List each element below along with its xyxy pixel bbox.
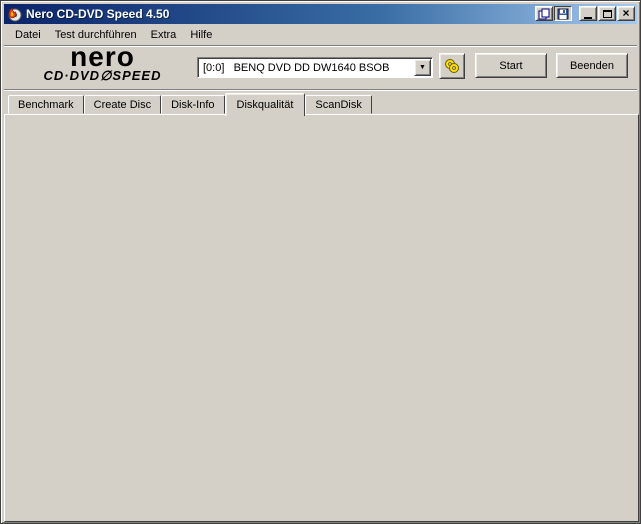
- nero-app-icon: [7, 6, 22, 22]
- tab-benchmark-label: Benchmark: [18, 98, 74, 111]
- chevron-down-icon: ▼: [419, 64, 426, 71]
- tab-diskqualitaet[interactable]: Diskqualität: [224, 93, 306, 116]
- nero-logo: nero CD·DVD∅SPEED: [15, 41, 190, 84]
- menu-extra[interactable]: Extra: [144, 27, 184, 43]
- copy-to-clipboard-button[interactable]: [535, 6, 553, 21]
- cdspeed-logo-text: CD·DVD∅SPEED: [43, 68, 162, 83]
- menu-datei[interactable]: Datei: [8, 27, 48, 43]
- save-button[interactable]: [554, 6, 572, 21]
- eject-button[interactable]: [439, 53, 465, 79]
- tab-disk-info[interactable]: Disk-Info: [161, 95, 225, 114]
- start-button[interactable]: Start: [475, 53, 547, 78]
- tab-disk-info-label: Disk-Info: [171, 98, 215, 111]
- app-window: Nero CD-DVD Speed 4.50 × Datei Test durc…: [0, 0, 641, 524]
- quit-button[interactable]: Beenden: [556, 53, 628, 78]
- titlebar-buttons: ×: [535, 6, 635, 21]
- save-icon: [557, 8, 569, 20]
- tab-scandisk-label: ScanDisk: [315, 98, 362, 111]
- tab-create-disc-label: Create Disc: [93, 98, 152, 111]
- diskqualitaet-page: [4, 114, 639, 522]
- nero-logo-text: nero: [70, 41, 135, 72]
- copy-icon: [538, 8, 550, 20]
- maximize-button[interactable]: [598, 6, 616, 21]
- drive-selector-dropdown-button[interactable]: ▼: [414, 59, 431, 76]
- tab-benchmark[interactable]: Benchmark: [8, 95, 84, 114]
- tab-diskqualitaet-label: Diskqualität: [236, 99, 294, 111]
- close-button[interactable]: ×: [617, 6, 635, 21]
- minimize-button[interactable]: [579, 6, 597, 21]
- tab-strip: Benchmark Create Disc Disk-Info Diskqual…: [8, 93, 372, 116]
- menu-hilfe[interactable]: Hilfe: [183, 27, 219, 43]
- header-separator: [4, 89, 637, 91]
- eject-disc-icon: [443, 57, 461, 75]
- drive-selector-value: [0:0] BENQ DVD DD DW1640 BSOB: [203, 61, 390, 74]
- drive-selector[interactable]: [0:0] BENQ DVD DD DW1640 BSOB ▼: [197, 57, 433, 78]
- tab-create-disc[interactable]: Create Disc: [83, 95, 162, 114]
- minimize-icon: [584, 16, 592, 19]
- close-icon: ×: [622, 5, 630, 20]
- tab-scandisk[interactable]: ScanDisk: [305, 95, 372, 114]
- maximize-icon: [602, 9, 612, 18]
- window-title: Nero CD-DVD Speed 4.50: [26, 7, 170, 21]
- title-bar: Nero CD-DVD Speed 4.50 ×: [4, 4, 637, 24]
